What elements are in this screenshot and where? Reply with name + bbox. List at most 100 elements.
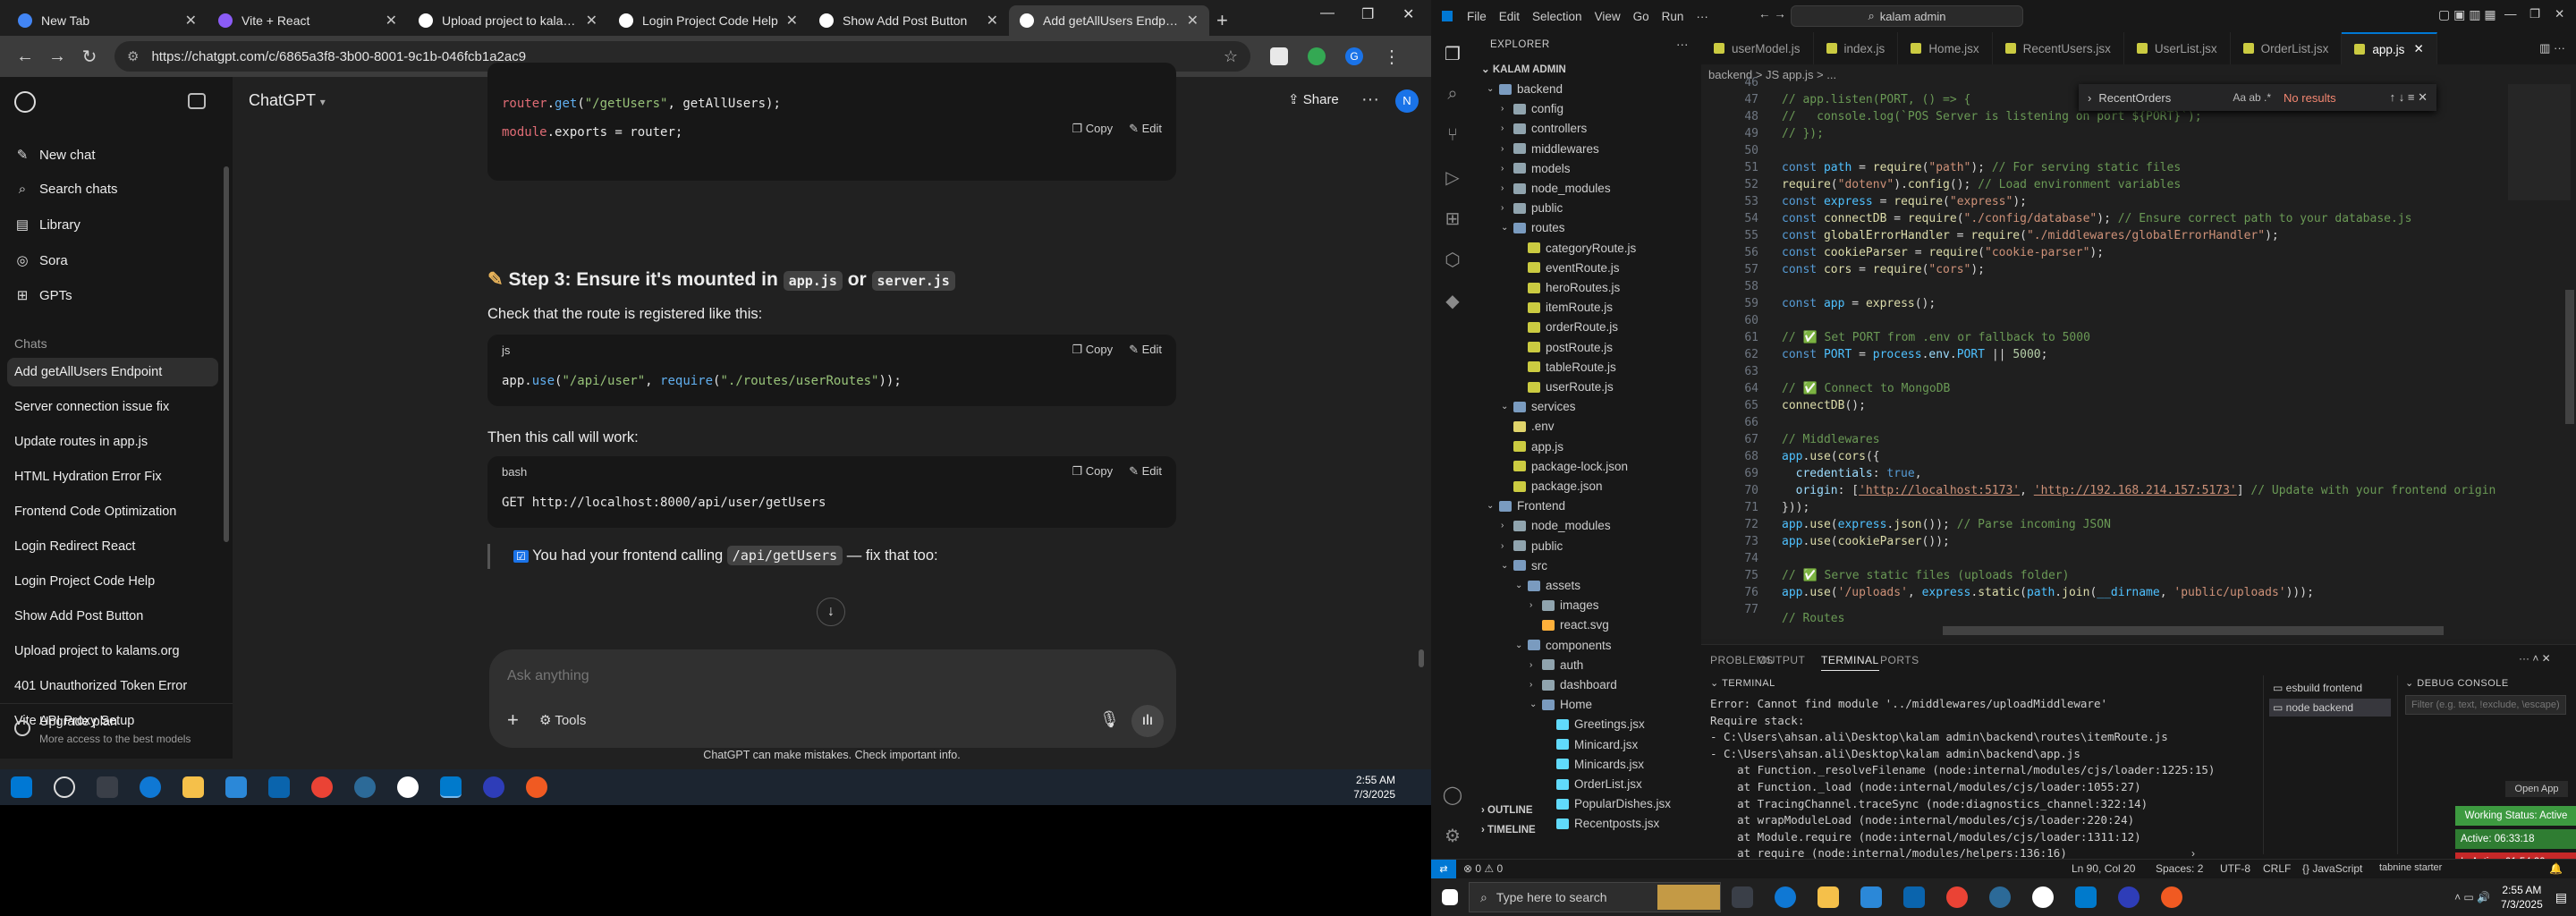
browser-tab[interactable]: New Tab ✕ [7, 5, 208, 36]
site-info-icon[interactable]: ⚙ [127, 48, 139, 64]
profile-avatar[interactable]: G [1345, 47, 1363, 65]
chrome-icon[interactable] [311, 776, 333, 798]
horizontal-scrollbar[interactable] [1943, 626, 2444, 635]
app-icon[interactable] [354, 776, 376, 798]
tree-item[interactable]: › public [1501, 201, 1563, 215]
sidebar-new-chat[interactable]: ✎ New chat [14, 147, 96, 164]
windows-start-icon[interactable] [11, 776, 32, 798]
browser-tab[interactable]: Show Add Post Button ✕ [809, 5, 1009, 36]
tree-item[interactable]: › config [1501, 102, 1563, 115]
tree-item[interactable]: ⌄ assets [1515, 579, 1580, 592]
chat-scrollbar[interactable] [1419, 649, 1424, 667]
panel-tab[interactable]: PORTS [1880, 654, 1919, 666]
chat-history-item[interactable]: Update routes in app.js [7, 428, 218, 456]
store-icon[interactable] [1860, 886, 1882, 908]
menu-item[interactable]: File [1467, 10, 1487, 23]
chevron-right-icon[interactable]: › [2191, 847, 2195, 860]
tree-item[interactable]: › models [1501, 162, 1571, 175]
bookmark-star-icon[interactable]: ☆ [1224, 47, 1238, 66]
editor-actions-icon[interactable]: ▥ ··· [2529, 32, 2576, 64]
remote-icon[interactable]: ⬡ [1442, 249, 1463, 270]
minimize-icon[interactable]: — [2504, 7, 2517, 21]
find-input[interactable]: RecentOrders [2098, 91, 2233, 105]
menu-item[interactable]: ··· [1696, 10, 1708, 23]
tree-item[interactable]: Minicard.jsx [1544, 738, 1638, 751]
copy-button[interactable]: ❐ Copy [1072, 343, 1113, 357]
windows-start-icon[interactable] [1442, 889, 1458, 905]
sidebar-gpts[interactable]: ⊞ GPTs [14, 287, 72, 304]
tree-item[interactable]: ⌄ components [1515, 639, 1612, 652]
chrome-icon[interactable] [1946, 886, 1968, 908]
tree-item[interactable]: PopularDishes.jsx [1544, 797, 1671, 810]
close-tab-icon[interactable]: ✕ [987, 12, 998, 30]
tree-item[interactable]: heroRoutes.js [1515, 281, 1620, 294]
tree-item[interactable]: Greetings.jsx [1544, 717, 1645, 731]
store-icon[interactable] [225, 776, 247, 798]
file-explorer-icon[interactable] [1818, 886, 1839, 908]
chat-history-item[interactable]: Upload project to kalams.org [7, 637, 218, 666]
debug-filter-input[interactable] [2405, 695, 2566, 715]
zoom-icon[interactable] [2118, 886, 2140, 908]
editor-tab[interactable]: OrderList.jsx [2231, 32, 2343, 64]
layout-icons[interactable]: ▢ ▣ ▥ ▦ [2438, 7, 2496, 22]
edit-button[interactable]: ✎ Edit [1129, 122, 1162, 136]
tree-item[interactable]: app.js [1474, 437, 1701, 456]
tree-item[interactable]: ⌄ services [1501, 400, 1576, 413]
reload-icon[interactable]: ↻ [73, 46, 106, 68]
tray-icons[interactable]: ˄ ▭ 🔊 [2454, 891, 2490, 903]
editor-tab[interactable]: Home.jsx [1898, 32, 1993, 64]
tree-item[interactable]: › middlewares [1501, 142, 1599, 156]
tree-item[interactable]: Recentposts.jsx [1544, 817, 1659, 830]
explorer-icon[interactable]: ❐ [1442, 43, 1463, 64]
cursor-position[interactable]: Ln 90, Col 20 [2072, 862, 2135, 875]
extensions-icon[interactable]: ⊞ [1442, 208, 1463, 229]
tree-item[interactable]: eventRoute.js [1515, 261, 1620, 275]
source-control-icon[interactable]: ⑂ [1442, 125, 1463, 147]
share-button[interactable]: ⇪ Share [1288, 91, 1339, 107]
edge-icon[interactable] [1775, 886, 1796, 908]
chat-history-item[interactable]: Login Project Code Help [7, 567, 218, 596]
new-tab-icon[interactable]: + [1216, 5, 1228, 36]
upgrade-plan-button[interactable]: Upgrade plan More access to the best mod… [0, 703, 233, 759]
browser-menu-icon[interactable]: ⋮ [1376, 46, 1408, 68]
panel-actions-icon[interactable]: ··· ˄ ✕ [2519, 652, 2551, 665]
sidebar-scrollbar[interactable] [224, 166, 229, 542]
run-debug-icon[interactable]: ▷ [1442, 166, 1463, 188]
more-actions-icon[interactable]: ··· [1676, 38, 1689, 51]
sidebar-search-chats[interactable]: ⌕ Search chats [14, 182, 118, 197]
postman-icon[interactable] [526, 776, 547, 798]
tree-item[interactable]: › images [1530, 598, 1599, 612]
tree-item[interactable]: ⌄ src [1501, 559, 1547, 572]
forward-icon[interactable]: → [41, 47, 73, 67]
microphone-icon[interactable]: 🎙 [1099, 710, 1120, 729]
sidebar-library[interactable]: ▤ Library [14, 216, 80, 233]
copy-button[interactable]: ❐ Copy [1072, 122, 1113, 136]
tabnine-status[interactable]: tabnine starter [2379, 862, 2442, 873]
chat-history-item[interactable]: Add getAllUsers Endpoint [7, 358, 218, 386]
plus-icon[interactable]: + [507, 708, 519, 732]
chatgpt-app-icon[interactable] [2032, 886, 2054, 908]
prompt-input[interactable] [507, 664, 1133, 689]
clock[interactable]: 2:55 AM 7/3/2025 [1353, 773, 1395, 802]
voice-mode-icon[interactable]: ılı [1131, 705, 1164, 737]
close-tab-icon[interactable]: ✕ [586, 12, 597, 30]
browser-tab[interactable]: Upload project to kalams.org ✕ [408, 5, 608, 36]
editor-tab[interactable]: userModel.js [1701, 32, 1814, 64]
menu-item[interactable]: Go [1633, 10, 1649, 23]
settings-gear-icon[interactable]: ⚙ [1442, 825, 1463, 846]
tree-item[interactable]: package.json [1501, 479, 1603, 493]
vscode-icon[interactable] [440, 776, 462, 798]
chat-history-item[interactable]: Show Add Post Button [7, 602, 218, 631]
browser-tab[interactable]: Add getAllUsers Endpoint ✕ [1009, 5, 1209, 36]
editor-tab[interactable]: app.js ✕ [2342, 32, 2437, 64]
openai-logo-icon[interactable] [14, 91, 36, 113]
language-mode[interactable]: {} JavaScript [2302, 862, 2362, 875]
close-tab-icon[interactable]: ✕ [1187, 12, 1199, 30]
tree-item[interactable]: OrderList.jsx [1544, 777, 1642, 791]
edge-icon[interactable] [140, 776, 161, 798]
notification-center-icon[interactable]: ▤ [2555, 890, 2567, 905]
maximize-icon[interactable]: ❐ [2529, 7, 2540, 21]
menu-item[interactable]: Edit [1499, 10, 1520, 23]
nav-arrows-icon[interactable]: ← → [1758, 7, 1786, 21]
app-icon[interactable] [1989, 886, 2011, 908]
